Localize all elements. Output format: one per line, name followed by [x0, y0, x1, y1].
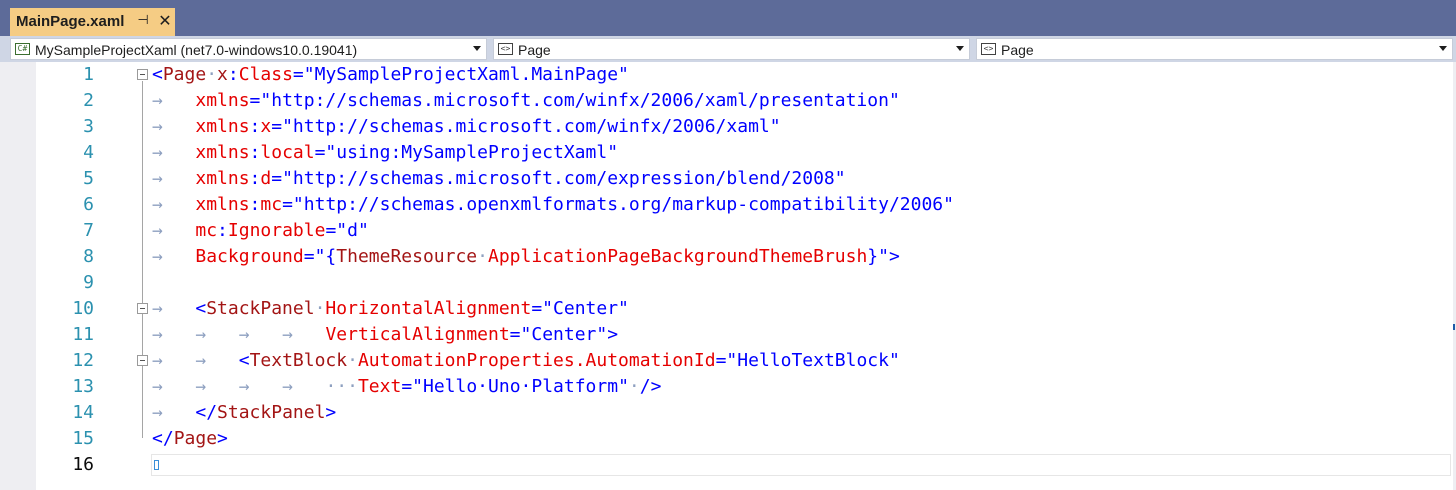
pin-icon[interactable]: ⊣: [134, 12, 152, 30]
code-text: </Page>: [152, 428, 228, 449]
code-line: 12 → → <TextBlock·AutomationProperties.A…: [36, 348, 1456, 374]
code-text: <Page·x:Class="MySampleProjectXaml.MainP…: [152, 64, 629, 85]
type-dropdown-label: Page: [518, 42, 551, 58]
document-tab[interactable]: MainPage.xaml ⊣ ✕: [10, 8, 175, 36]
collapse-icon[interactable]: [137, 355, 148, 366]
code-line: 14 → </StackPanel>: [36, 400, 1456, 426]
code-line: 6 → xmlns:mc="http://schemas.openxmlform…: [36, 192, 1456, 218]
code-text: → Background="{ThemeResource·Application…: [152, 246, 900, 267]
line-number: 2: [83, 90, 94, 111]
code-line: 5 → xmlns:d="http://schemas.microsoft.co…: [36, 166, 1456, 192]
code-line: 15 </Page>: [36, 426, 1456, 452]
current-code-line: 16: [36, 452, 1456, 478]
current-line-highlight: [151, 454, 1451, 476]
line-number: 12: [72, 350, 94, 371]
line-number: 15: [72, 428, 94, 449]
member-dropdown[interactable]: <> Page: [976, 38, 1453, 60]
code-line: 1 <Page·x:Class="MySampleProjectXaml.Mai…: [36, 62, 1456, 88]
project-dropdown-label: MySampleProjectXaml (net7.0-windows10.0.…: [35, 42, 358, 58]
code-line: 10 → <StackPanel·HorizontalAlignment="Ce…: [36, 296, 1456, 322]
code-line: 8 → Background="{ThemeResource·Applicati…: [36, 244, 1456, 270]
type-dropdown[interactable]: <> Page: [493, 38, 970, 60]
document-tab-title: MainPage.xaml: [16, 13, 125, 30]
code-text: → xmlns:d="http://schemas.microsoft.com/…: [152, 168, 846, 189]
code-line: 2 → xmlns="http://schemas.microsoft.com/…: [36, 88, 1456, 114]
code-line: 13 → → → → ···Text="Hello·Uno·Platform"·…: [36, 374, 1456, 400]
line-number: 9: [83, 272, 94, 293]
line-number: 13: [72, 376, 94, 397]
csharp-project-icon: C#: [15, 43, 30, 55]
chevron-down-icon: [473, 46, 481, 51]
line-number: 5: [83, 168, 94, 189]
line-number: 8: [83, 246, 94, 267]
line-number: 11: [72, 324, 94, 345]
close-icon[interactable]: ✕: [156, 12, 174, 30]
code-text: → → <TextBlock·AutomationProperties.Auto…: [152, 350, 900, 371]
line-number: 16: [72, 454, 94, 475]
code-text: → <StackPanel·HorizontalAlignment="Cente…: [152, 298, 629, 319]
code-text: → xmlns:local="using:MySampleProjectXaml…: [152, 142, 619, 163]
element-icon: <>: [981, 43, 996, 55]
collapse-icon[interactable]: [137, 69, 148, 80]
line-number: 14: [72, 402, 94, 423]
chevron-down-icon: [1439, 46, 1447, 51]
line-number: 7: [83, 220, 94, 241]
code-line: 3 → xmlns:x="http://schemas.microsoft.co…: [36, 114, 1456, 140]
code-text: → → → → ···Text="Hello·Uno·Platform"·/>: [152, 376, 662, 397]
code-text: → xmlns:mc="http://schemas.openxmlformat…: [152, 194, 954, 215]
line-number: 6: [83, 194, 94, 215]
chevron-down-icon: [956, 46, 964, 51]
code-line: 11 → → → → VerticalAlignment="Center">: [36, 322, 1456, 348]
line-number: 1: [83, 64, 94, 85]
code-line: 7 → mc:Ignorable="d": [36, 218, 1456, 244]
code-line: 4 → xmlns:local="using:MySampleProjectXa…: [36, 140, 1456, 166]
code-text: → xmlns:x="http://schemas.microsoft.com/…: [152, 116, 781, 137]
code-text: → → → → VerticalAlignment="Center">: [152, 324, 619, 345]
code-text: → mc:Ignorable="d": [152, 220, 369, 241]
line-number: 3: [83, 116, 94, 137]
text-caret: [154, 460, 159, 470]
project-dropdown[interactable]: C# MySampleProjectXaml (net7.0-windows10…: [10, 38, 487, 60]
line-number: 4: [83, 142, 94, 163]
indicator-margin: [0, 62, 36, 490]
line-number: 10: [72, 298, 94, 319]
code-text: → xmlns="http://schemas.microsoft.com/wi…: [152, 90, 900, 111]
navigation-bar: C# MySampleProjectXaml (net7.0-windows10…: [0, 36, 1456, 62]
code-line: 9: [36, 270, 1456, 296]
code-text: → </StackPanel>: [152, 402, 337, 423]
document-tab-bar: MainPage.xaml ⊣ ✕: [0, 0, 1456, 36]
collapse-icon[interactable]: [137, 303, 148, 314]
member-dropdown-label: Page: [1001, 42, 1034, 58]
element-icon: <>: [498, 43, 513, 55]
